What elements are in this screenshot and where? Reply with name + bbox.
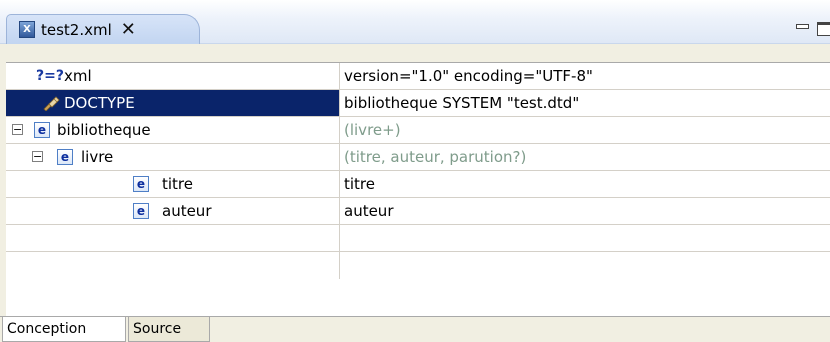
close-icon[interactable]: ✕ [121,20,136,39]
node-value[interactable]: bibliotheque SYSTEM "test.dtd" [344,90,579,116]
node-name: bibliotheque [57,121,151,139]
editor-tab-strip: X test2.xml ✕ [0,0,830,44]
element-icon: e [57,149,73,165]
empty-row [6,225,830,252]
editor-tab[interactable]: X test2.xml ✕ [6,14,200,44]
processing-instruction-icon: ?=? [36,68,64,84]
name-cell: DOCTYPE [6,90,339,116]
name-cell: − e livre [6,144,339,170]
design-tree-table: ?=? xml version="1.0" encoding="UTF-8" D… [6,62,830,316]
node-name: livre [81,148,114,166]
tree-row-livre[interactable]: − e livre (titre, auteur, parution?) [6,144,830,171]
tab-source[interactable]: Source [128,317,210,342]
name-cell: e auteur [6,198,339,224]
minimize-button[interactable] [796,24,809,29]
tree-row-titre[interactable]: e titre titre [6,171,830,198]
node-name: titre [162,175,193,193]
element-icon: e [133,203,149,219]
tree-row-bibliotheque[interactable]: − e bibliotheque (livre+) [6,117,830,144]
empty-row [6,252,830,279]
name-cell: − e bibliotheque [6,117,339,143]
collapse-icon[interactable]: − [12,124,23,135]
element-icon: e [133,176,149,192]
tab-title: test2.xml [41,20,112,39]
node-value[interactable]: auteur [344,198,393,224]
editor-page-tabs: Conception Source [0,316,830,342]
xml-file-icon: X [19,21,35,38]
node-name: auteur [162,202,212,220]
name-cell: ?=? xml [6,63,339,89]
node-value[interactable]: titre [344,171,375,197]
element-icon: e [34,122,50,138]
tree-row-xml[interactable]: ?=? xml version="1.0" encoding="UTF-8" [6,63,830,90]
xml-editor: X test2.xml ✕ ?=? xml version="1.0" enco… [0,0,830,342]
collapse-icon[interactable]: − [32,151,43,162]
name-cell: e titre [6,171,339,197]
tree-row-doctype[interactable]: DOCTYPE bibliotheque SYSTEM "test.dtd" [6,90,830,117]
tree-row-auteur[interactable]: e auteur auteur [6,198,830,225]
maximize-button[interactable] [817,22,830,36]
node-name: xml [64,67,92,85]
content-model[interactable]: (titre, auteur, parution?) [344,144,526,170]
node-name: DOCTYPE [64,94,135,112]
tab-conception[interactable]: Conception [2,317,126,342]
node-value[interactable]: version="1.0" encoding="UTF-8" [344,63,593,89]
doctype-icon [42,95,60,112]
content-model[interactable]: (livre+) [344,117,401,143]
